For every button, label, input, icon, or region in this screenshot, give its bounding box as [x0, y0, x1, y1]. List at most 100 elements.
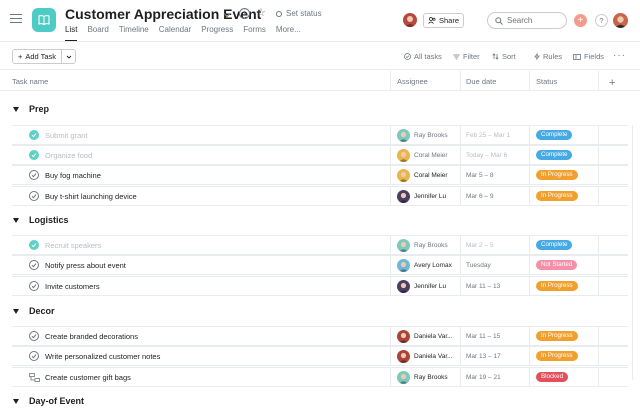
section-name[interactable]: Decor	[29, 306, 55, 316]
user-avatar[interactable]	[613, 13, 628, 28]
task-name[interactable]: Submit grant	[45, 131, 88, 140]
section-name[interactable]: Logistics	[29, 215, 69, 225]
complete-checkbox-icon[interactable]	[29, 260, 39, 270]
task-name[interactable]: Notify press about event	[45, 261, 126, 270]
complete-checkbox-icon[interactable]	[29, 150, 39, 160]
member-avatar[interactable]	[403, 13, 417, 27]
task-row[interactable]: Create customer gift bags Ray Brooks Mar 1…	[12, 367, 628, 387]
due-date[interactable]: Today – Mar 6	[466, 152, 507, 159]
column-due-date[interactable]: Due date	[466, 77, 496, 86]
task-row[interactable]: Buy fog machine Coral Meier Mar 5 – 8 In Pr…	[12, 165, 628, 185]
star-icon[interactable]: ☆	[256, 7, 266, 19]
info-icon[interactable]: i	[239, 8, 250, 19]
task-row[interactable]: Invite customers Jennifer Lu Mar 11 – 13 In…	[12, 276, 628, 296]
column-task-name[interactable]: Task name	[12, 77, 48, 86]
due-date[interactable]: Mar 13 – 17	[466, 353, 501, 360]
assignee-cell[interactable]: Daniela Var...	[397, 350, 453, 363]
chevron-down-icon[interactable]	[222, 10, 232, 20]
due-date[interactable]: Mar 5 – 8	[466, 172, 493, 179]
complete-checkbox-icon[interactable]	[29, 331, 39, 341]
collapse-triangle-icon[interactable]	[13, 309, 19, 314]
search-input[interactable]	[507, 16, 563, 25]
help-button[interactable]: ?	[595, 14, 608, 27]
task-row[interactable]: Notify press about event Avery Lomax Tuesd…	[12, 255, 628, 275]
status-badge[interactable]: Blocked	[536, 372, 569, 382]
tab-more[interactable]: More...	[276, 25, 301, 42]
status-badge[interactable]: In Progress	[536, 170, 578, 180]
status-badge[interactable]: In Progress	[536, 331, 578, 341]
column-assignee[interactable]: Assignee	[397, 77, 428, 86]
quick-add-plus-icon[interactable]: +	[574, 14, 587, 27]
search-box[interactable]	[487, 12, 567, 29]
collapse-triangle-icon[interactable]	[13, 107, 19, 112]
task-row[interactable]: Buy t-shirt launching device Jennifer Lu M…	[12, 186, 628, 206]
assignee-cell[interactable]: Ray Brooks	[397, 239, 448, 252]
assignee-cell[interactable]: Avery Lomax	[397, 259, 452, 272]
due-date[interactable]: Mar 6 – 9	[466, 193, 493, 200]
task-name[interactable]: Create branded decorations	[45, 332, 138, 341]
assignee-cell[interactable]: Coral Meier	[397, 149, 448, 162]
project-icon[interactable]	[32, 8, 56, 32]
status-badge[interactable]: In Progress	[536, 191, 578, 201]
task-row[interactable]: Create branded decorations Daniela Var...…	[12, 326, 628, 346]
complete-checkbox-icon[interactable]	[29, 130, 39, 140]
fields-button[interactable]: Fields	[573, 52, 604, 61]
task-name[interactable]: Invite customers	[45, 282, 100, 291]
all-tasks-button[interactable]: All tasks	[404, 52, 442, 61]
status-badge[interactable]: Complete	[536, 150, 573, 160]
rules-button[interactable]: Rules	[534, 52, 562, 61]
task-name[interactable]: Buy fog machine	[45, 171, 101, 180]
due-date[interactable]: Mar 2 – 5	[466, 242, 493, 249]
task-name[interactable]: Write personalized customer notes	[45, 352, 160, 361]
add-task-dropdown-button[interactable]	[62, 50, 75, 63]
due-date[interactable]: Mar 19 – 21	[466, 374, 501, 381]
assignee-cell[interactable]: Coral Meier	[397, 169, 448, 182]
task-row[interactable]: Organize food Coral Meier Today – Mar 6 Com…	[12, 145, 628, 165]
column-status[interactable]: Status	[536, 77, 557, 86]
task-name[interactable]: Recruit speakers	[45, 241, 101, 250]
status-badge[interactable]: In Progress	[536, 281, 578, 291]
set-status-button[interactable]: Set status	[276, 9, 322, 18]
tab-progress[interactable]: Progress	[201, 25, 233, 42]
complete-checkbox-icon[interactable]	[29, 191, 39, 201]
task-row[interactable]: Recruit speakers Ray Brooks Mar 2 – 5 Compl…	[12, 235, 628, 255]
tab-timeline[interactable]: Timeline	[119, 25, 149, 42]
due-date[interactable]: Tuesday	[466, 262, 491, 269]
tab-calendar[interactable]: Calendar	[159, 25, 191, 42]
due-date[interactable]: Feb 25 – Mar 1	[466, 132, 510, 139]
subtask-icon[interactable]	[29, 373, 40, 382]
task-name[interactable]: Create customer gift bags	[45, 373, 131, 382]
status-badge[interactable]: Not Started	[536, 260, 578, 270]
complete-checkbox-icon[interactable]	[29, 351, 39, 361]
add-task-button[interactable]: + Add Task	[13, 50, 62, 63]
more-options-icon[interactable]: ···	[613, 50, 626, 61]
filter-button[interactable]: Filter	[453, 52, 480, 61]
collapse-triangle-icon[interactable]	[13, 218, 19, 223]
tab-forms[interactable]: Forms	[243, 25, 266, 42]
add-column-button[interactable]: +	[609, 77, 615, 89]
tab-board[interactable]: Board	[87, 25, 108, 42]
status-badge[interactable]: Complete	[536, 130, 573, 140]
share-button[interactable]: Share	[423, 13, 464, 28]
due-date[interactable]: Mar 11 – 15	[466, 333, 500, 340]
complete-checkbox-icon[interactable]	[29, 281, 39, 291]
collapse-triangle-icon[interactable]	[13, 399, 19, 404]
due-date[interactable]: Mar 11 – 13	[466, 283, 500, 290]
assignee-cell[interactable]: Ray Brooks	[397, 371, 448, 384]
status-badge[interactable]: In Progress	[536, 351, 578, 361]
section-name[interactable]: Prep	[29, 104, 49, 114]
complete-checkbox-icon[interactable]	[29, 170, 39, 180]
assignee-cell[interactable]: Daniela Var...	[397, 330, 453, 343]
status-badge[interactable]: Complete	[536, 240, 573, 250]
task-row[interactable]: Write personalized customer notes Daniela…	[12, 346, 628, 366]
section-name[interactable]: Day-of Event	[29, 396, 84, 406]
task-name[interactable]: Organize food	[45, 151, 92, 160]
assignee-cell[interactable]: Jennifer Lu	[397, 190, 446, 203]
task-name[interactable]: Buy t-shirt launching device	[45, 192, 137, 201]
assignee-cell[interactable]: Ray Brooks	[397, 129, 448, 142]
complete-checkbox-icon[interactable]	[29, 240, 39, 250]
task-row[interactable]: Submit grant Ray Brooks Feb 25 – Mar 1 Comp…	[12, 125, 628, 145]
assignee-cell[interactable]: Jennifer Lu	[397, 280, 446, 293]
sort-button[interactable]: Sort	[492, 52, 516, 61]
hamburger-menu-icon[interactable]	[10, 14, 22, 23]
